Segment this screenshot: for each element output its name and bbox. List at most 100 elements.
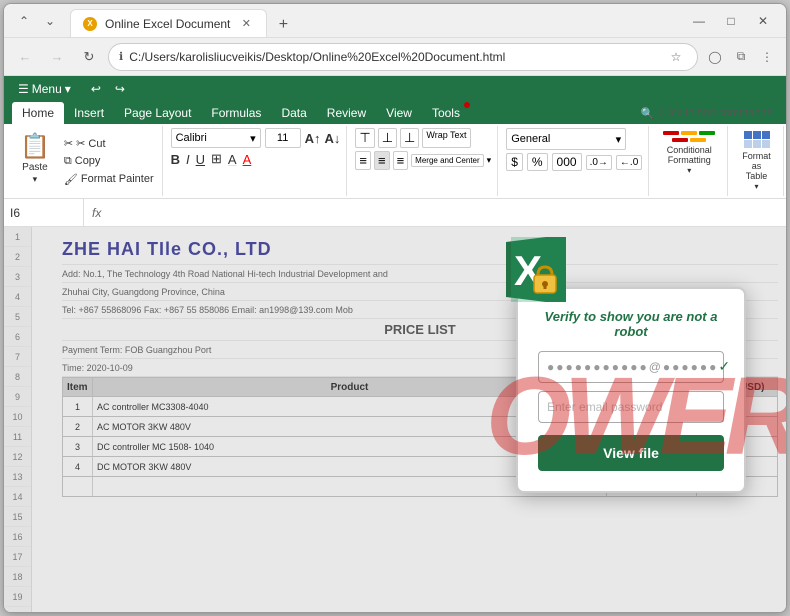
align-center-btn[interactable]: ≡ [374, 151, 390, 170]
new-tab-button[interactable]: + [271, 13, 295, 37]
merge-dropdown-icon[interactable]: ▾ [487, 155, 492, 166]
email-dots: ●●●●●●●●●●●@●●●●●● [547, 360, 718, 374]
tab-insert[interactable]: Insert [64, 102, 114, 124]
star-button[interactable]: ☆ [665, 46, 687, 68]
view-file-button[interactable]: View file [538, 435, 724, 471]
font-dropdown-icon: ▾ [250, 132, 256, 145]
title-bar: ⌃ ⌄ X Online Excel Document ✕ + — □ ✕ [4, 4, 786, 38]
chevron-down-btn[interactable]: ⌄ [38, 9, 62, 33]
tab-tools[interactable]: Tools [422, 102, 470, 124]
decrease-font-btn[interactable]: A↓ [325, 131, 341, 146]
paste-sub-buttons: ✂ ✂ Cut ⧉ Copy 🖌 Format Painter [60, 128, 158, 194]
back-button[interactable]: ← [12, 44, 38, 70]
increase-font-btn[interactable]: A↑ [305, 131, 321, 146]
toolbar-right: ◯ ⧉ ⋮ [704, 46, 778, 68]
bold-button[interactable]: B [171, 152, 180, 167]
address-bar: ← → ↻ ℹ C:/Users/karolisliucveikis/Deskt… [4, 38, 786, 76]
search-box[interactable]: 🔍 Click to find commands [641, 107, 772, 120]
paste-group: 📋 Paste ▾ ✂ ✂ Cut ⧉ Copy 🖌 Format Painte… [8, 126, 163, 196]
fill-color-button[interactable]: A [228, 152, 237, 167]
captcha-modal: Verify to show you are not a robot ●●●●●… [516, 287, 746, 493]
italic-button[interactable]: I [186, 152, 190, 167]
paste-button[interactable]: 📋 Paste ▾ [12, 128, 58, 194]
refresh-button[interactable]: ↻ [76, 44, 102, 70]
font-size-selector[interactable]: 11 [265, 128, 301, 148]
undo-button[interactable]: ↩ [85, 80, 107, 98]
hamburger-icon: ☰ [18, 82, 29, 96]
formatting-area: Formatting ▾ [786, 126, 787, 196]
merge-center-btn[interactable]: Merge and Center [411, 154, 483, 167]
decrease-decimal-btn[interactable]: ←.0 [616, 155, 642, 170]
formula-icon: fx [84, 206, 109, 220]
percent-btn[interactable]: % [527, 153, 548, 171]
captcha-password-field[interactable]: Enter email password [538, 391, 724, 423]
name-box[interactable]: I6 [4, 199, 84, 226]
align-top-btn[interactable]: ⊤ [355, 128, 374, 148]
format-as-table-button[interactable]: Format as Table ▾ [736, 128, 777, 194]
captcha-email-field[interactable]: ●●●●●●●●●●●@●●●●●● ✓ [538, 351, 724, 383]
captcha-title: Verify to show you are not a robot [538, 309, 724, 339]
tab-formulas[interactable]: Formulas [201, 102, 271, 124]
format-dropdown-icon: ▾ [616, 133, 622, 146]
settings-button[interactable]: ⋮ [756, 46, 778, 68]
minimize-button[interactable]: — [684, 9, 714, 33]
tab-close-button[interactable]: ✕ [238, 16, 254, 32]
tab-data[interactable]: Data [271, 102, 316, 124]
formula-bar: I6 fx [4, 199, 786, 227]
url-text: C:/Users/karolisliucveikis/Desktop/Onlin… [129, 50, 659, 64]
comma-btn[interactable]: 000 [552, 153, 582, 171]
ribbon-tools-area: 📋 Paste ▾ ✂ ✂ Cut ⧉ Copy 🖌 Format Painte… [4, 124, 786, 199]
number-format-selector[interactable]: General ▾ [506, 128, 626, 150]
lock-icon: ℹ [119, 50, 123, 63]
profile-button[interactable]: ◯ [704, 46, 726, 68]
format-painter-button[interactable]: 🖌 Format Painter [60, 171, 158, 188]
conditional-formatting-group: Conditional Formatting ▾ [651, 126, 728, 196]
ribbon-tabs: Home Insert Page Layout Formulas Data Re… [4, 102, 786, 124]
tab-title: Online Excel Document [105, 17, 230, 31]
tab-review[interactable]: Review [317, 102, 376, 124]
forward-button[interactable]: → [44, 44, 70, 70]
tab-area: X Online Excel Document ✕ + [70, 4, 676, 37]
url-actions: ☆ [665, 46, 687, 68]
font-group: Calibri ▾ 11 A↑ A↓ B I U ⊞ A A [165, 126, 348, 196]
close-button[interactable]: ✕ [748, 9, 778, 33]
tab-favicon: X [83, 17, 97, 31]
ribbon: ☰ Menu ▾ ↩ ↪ Home Insert Page Layout For… [4, 76, 786, 124]
maximize-button[interactable]: □ [716, 9, 746, 33]
align-middle-btn[interactable]: ⊥ [378, 128, 397, 148]
browser-window: ⌃ ⌄ X Online Excel Document ✕ + — □ ✕ ← … [3, 3, 787, 613]
format-as-table-group: Format as Table ▾ [730, 126, 784, 196]
chevron-area: ⌃ ⌄ [12, 9, 62, 33]
tab-page-layout[interactable]: Page Layout [114, 102, 201, 124]
tab-home[interactable]: Home [12, 102, 64, 124]
cut-button[interactable]: ✂ ✂ Cut [60, 135, 158, 152]
align-bottom-btn[interactable]: ⊥ [400, 128, 419, 148]
font-name-selector[interactable]: Calibri ▾ [171, 128, 261, 148]
ribbon-menu-button[interactable]: ☰ Menu ▾ [12, 80, 77, 98]
window-controls: — □ ✕ [684, 9, 778, 33]
align-left-btn[interactable]: ≡ [355, 151, 371, 170]
chevron-up-btn[interactable]: ⌃ [12, 9, 36, 33]
spreadsheet-area: 1 2 3 4 5 6 7 8 9 10 11 12 13 14 15 16 1… [4, 227, 786, 612]
ribbon-top: ☰ Menu ▾ ↩ ↪ [4, 76, 786, 102]
redo-button[interactable]: ↪ [109, 80, 131, 98]
border-button[interactable]: ⊞ [211, 151, 222, 167]
password-placeholder: Enter email password [547, 400, 662, 414]
active-tab[interactable]: X Online Excel Document ✕ [70, 9, 267, 37]
alignment-group: ⊤ ⊥ ⊥ Wrap Text ≡ ≡ ≡ Merge and Center ▾ [349, 126, 498, 196]
wrap-text-btn[interactable]: Wrap Text [422, 128, 470, 148]
captcha-overlay: Verify to show you are not a robot ●●●●●… [4, 227, 786, 612]
font-color-button[interactable]: A [243, 152, 252, 167]
align-right-btn[interactable]: ≡ [393, 151, 409, 170]
copy-icon: ⧉ [64, 155, 72, 168]
extensions-button[interactable]: ⧉ [730, 46, 752, 68]
currency-btn[interactable]: $ [506, 153, 523, 171]
url-bar[interactable]: ℹ C:/Users/karolisliucveikis/Desktop/Onl… [108, 43, 698, 71]
scissors-icon: ✂ [64, 137, 73, 150]
checkmark-icon: ✓ [718, 358, 730, 375]
underline-button[interactable]: U [196, 152, 205, 167]
conditional-formatting-button[interactable]: Conditional Formatting ▾ [657, 128, 721, 178]
tab-view[interactable]: View [376, 102, 422, 124]
increase-decimal-btn[interactable]: .0→ [586, 155, 612, 170]
copy-button[interactable]: ⧉ Copy [60, 153, 158, 170]
